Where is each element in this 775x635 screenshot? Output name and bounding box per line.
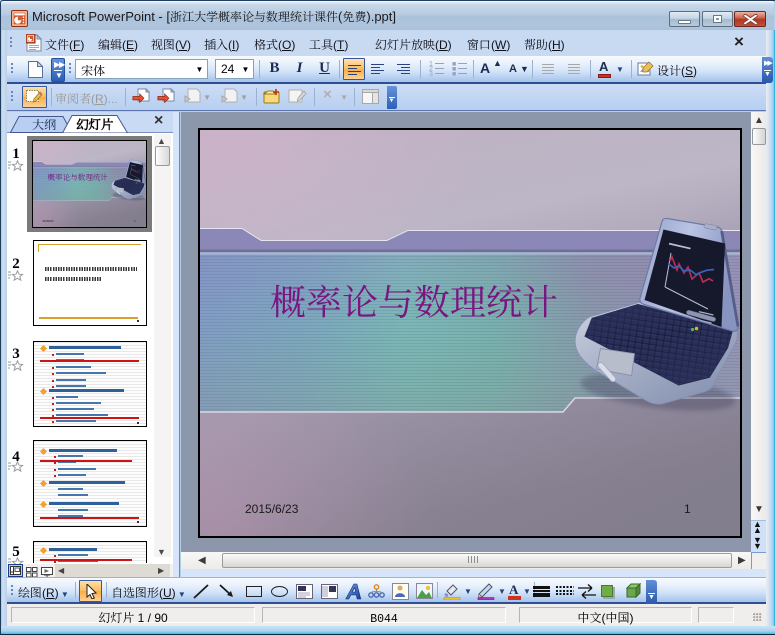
svg-text:大纲: 大纲 (32, 116, 56, 133)
svg-text:幻灯片: 幻灯片 (76, 115, 114, 133)
